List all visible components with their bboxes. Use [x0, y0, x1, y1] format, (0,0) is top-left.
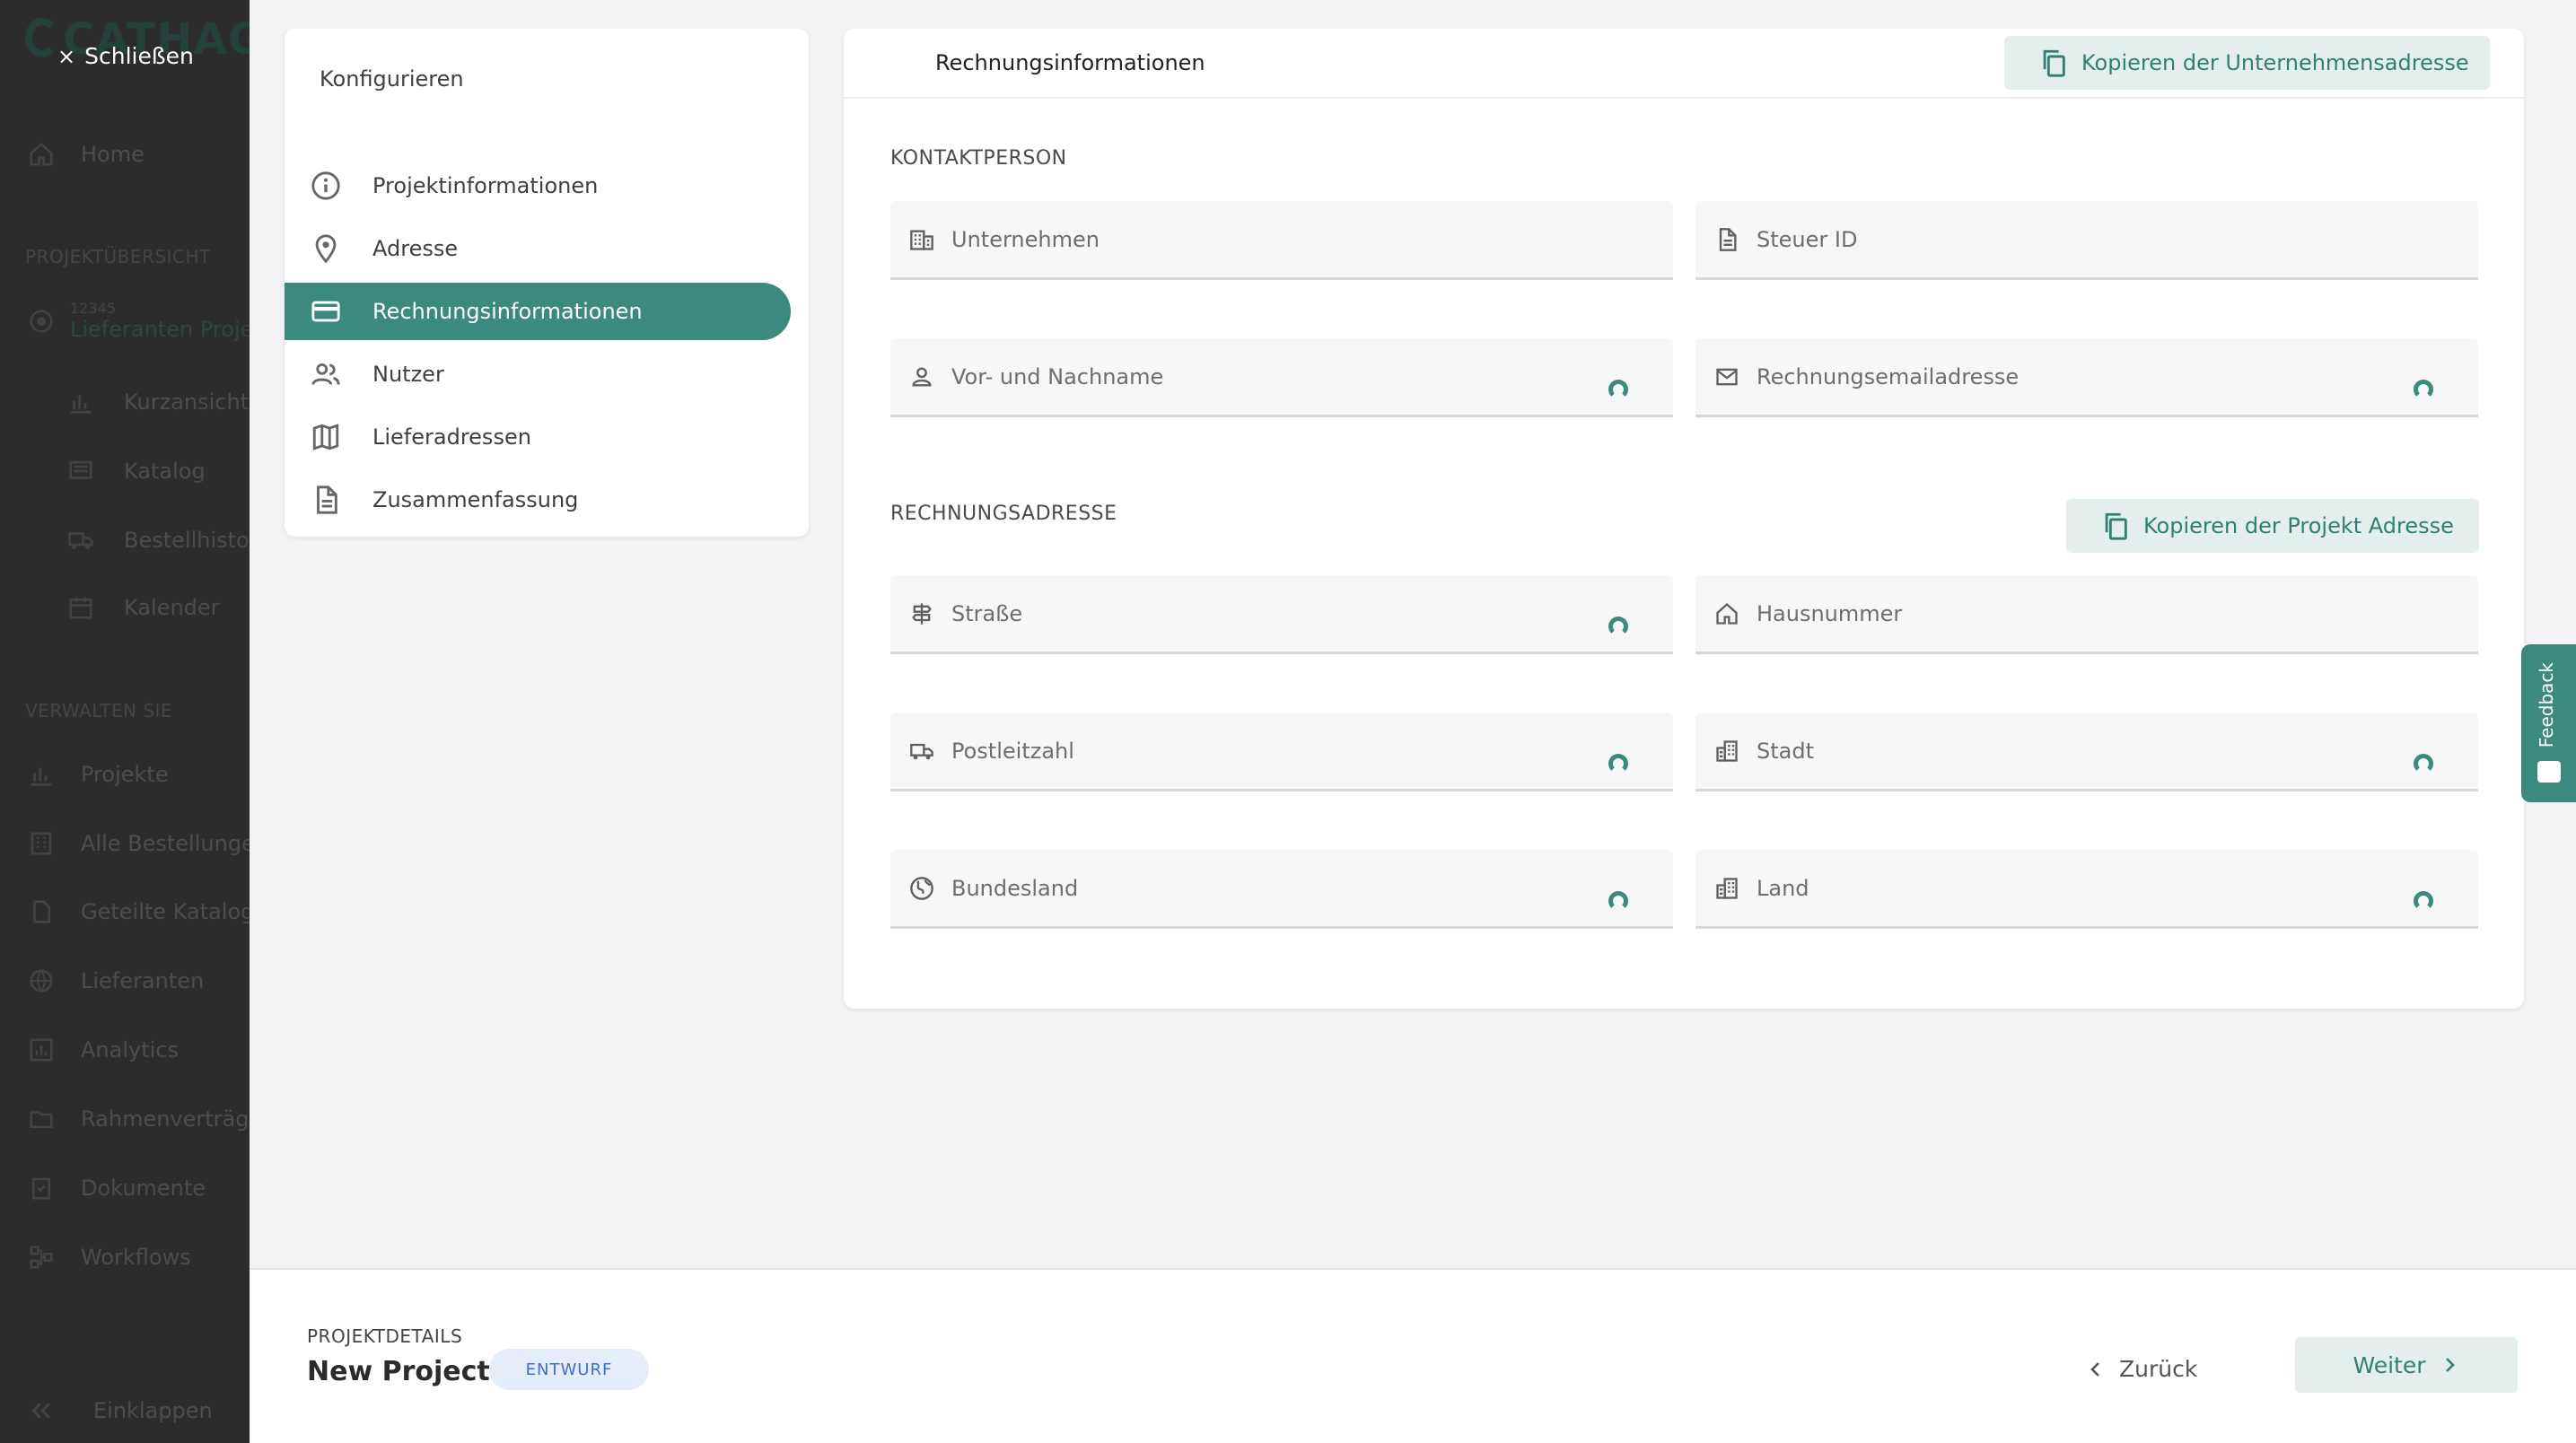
loading-spinner-icon — [2414, 380, 2433, 399]
configure-card: Konfigurieren Projektinformationen Adres… — [285, 29, 809, 537]
config-item-projektinformationen[interactable]: Projektinformationen — [285, 157, 791, 214]
project-title: New Project — [307, 1356, 490, 1387]
sidebar-item-analytics[interactable]: Analytics — [25, 1034, 179, 1066]
collapse-button[interactable]: Einklappen — [25, 1395, 213, 1427]
person-icon — [907, 362, 937, 392]
postal-code-field[interactable]: Postleitzahl — [890, 713, 1673, 791]
logo-mark-icon — [25, 18, 59, 57]
sidebar-item-home[interactable]: Home — [25, 138, 145, 171]
config-item-lieferadressen[interactable]: Lieferadressen — [285, 408, 791, 466]
document-icon — [310, 484, 342, 516]
sidebar-item-lieferanten[interactable]: Lieferanten — [25, 965, 204, 997]
sidebar-item-workflows[interactable]: Workflows — [25, 1241, 191, 1273]
feedback-tab[interactable]: Feedback — [2521, 644, 2576, 802]
globe-icon — [25, 965, 57, 997]
footer-bar: PROJEKTDETAILS New Project ENTWURF Zurüc… — [250, 1268, 2576, 1443]
chevron-right-icon — [2439, 1354, 2460, 1376]
double-chevron-left-icon — [25, 1395, 57, 1427]
state-field[interactable]: Bundesland — [890, 850, 1673, 929]
loading-spinner-icon — [1608, 617, 1628, 636]
close-button-label: Schließen — [84, 43, 194, 69]
projects-icon — [25, 758, 57, 791]
chevron-left-icon — [2085, 1359, 2107, 1380]
city-icon — [1712, 873, 1742, 904]
back-button[interactable]: Zurück — [2085, 1356, 2197, 1382]
building-icon — [907, 224, 937, 255]
config-item-nutzer[interactable]: Nutzer — [285, 345, 791, 403]
document-icon — [1712, 224, 1742, 255]
close-button[interactable]: × Schließen — [57, 43, 194, 69]
map-icon — [310, 421, 342, 453]
copy-project-address-button[interactable]: Kopieren der Projekt Adresse — [2066, 499, 2479, 553]
calendar-icon — [65, 591, 97, 624]
configure-title: Konfigurieren — [320, 66, 464, 92]
country-field[interactable]: Land — [1695, 850, 2478, 929]
config-item-adresse[interactable]: Adresse — [285, 220, 791, 277]
contact-section-label: KONTAKTPERSON — [890, 147, 1067, 170]
catalog-icon — [65, 455, 97, 487]
signpost-icon — [907, 599, 937, 629]
sidebar-project[interactable]: 12345 Lieferanten Proje — [25, 300, 250, 342]
house-number-field[interactable]: Hausnummer — [1695, 575, 2478, 654]
project-name: Lieferanten Proje — [70, 317, 250, 342]
project-radio-icon — [25, 305, 57, 337]
sidebar-section-manage: VERWALTEN SIE — [25, 700, 173, 722]
copy-company-address-button[interactable]: Kopieren der Unternehmensadresse — [2004, 36, 2490, 90]
loading-spinner-icon — [1608, 380, 1628, 399]
truck-icon — [65, 524, 97, 556]
billing-email-field[interactable]: Rechnungsemailadresse — [1695, 338, 2478, 417]
house-icon — [1712, 599, 1742, 629]
sidebar-item-geteilte-kataloge[interactable]: Geteilte Kataloge — [25, 896, 250, 928]
sidebar-item-katalog[interactable]: Katalog — [65, 455, 206, 487]
sidebar-item-kurzansicht[interactable]: Kurzansicht — [65, 386, 249, 418]
sidebar-item-projekte[interactable]: Projekte — [25, 758, 169, 791]
loading-spinner-icon — [1608, 754, 1628, 774]
config-item-rechnungsinformationen[interactable]: Rechnungsinformationen — [285, 283, 791, 340]
billing-form-card: Rechnungsinformationen Kopieren der Unte… — [844, 29, 2524, 1009]
close-icon: × — [57, 43, 76, 69]
full-name-field[interactable]: Vor- und Nachname — [890, 338, 1673, 417]
sidebar-item-dokumente[interactable]: Dokumente — [25, 1172, 206, 1204]
mail-icon — [1712, 362, 1742, 392]
chart-icon — [65, 386, 97, 418]
sidebar-item-bestellungen[interactable]: Alle Bestellunge — [25, 827, 250, 860]
credit-card-icon — [310, 295, 342, 328]
sidebar-item-kalender[interactable]: Kalender — [65, 591, 220, 624]
users-icon — [310, 358, 342, 390]
copy-icon — [2038, 48, 2069, 78]
file-icon — [25, 896, 57, 928]
loading-spinner-icon — [2414, 754, 2433, 774]
next-button[interactable]: Weiter — [2295, 1337, 2518, 1393]
status-badge: ENTWURF — [489, 1349, 649, 1390]
globe-icon — [907, 873, 937, 904]
workflow-icon — [25, 1241, 57, 1273]
sidebar-section-project: PROJEKTÜBERSICHT — [25, 246, 211, 267]
tax-id-field[interactable]: Steuer ID — [1695, 201, 2478, 280]
loading-spinner-icon — [2414, 891, 2433, 911]
clipboard-icon — [25, 1172, 57, 1204]
city-field[interactable]: Stadt — [1695, 713, 2478, 791]
sidebar: CATHAG × Schließen Home PROJEKTÜBERSICHT… — [0, 0, 250, 1443]
loading-spinner-icon — [1608, 891, 1628, 911]
building-icon — [25, 827, 57, 860]
project-id: 12345 — [70, 300, 116, 317]
sidebar-item-rahmenvertraege[interactable]: Rahmenverträge — [25, 1103, 250, 1135]
location-pin-icon — [310, 232, 342, 265]
info-icon — [310, 170, 342, 202]
feedback-chat-icon — [2537, 761, 2561, 783]
street-field[interactable]: Straße — [890, 575, 1673, 654]
folder-icon — [25, 1103, 57, 1135]
copy-icon — [2100, 511, 2131, 541]
form-header-title: Rechnungsinformationen — [935, 50, 1205, 75]
company-field[interactable]: Unternehmen — [890, 201, 1673, 280]
truck-icon — [907, 736, 937, 766]
city-icon — [1712, 736, 1742, 766]
project-details-label: PROJEKTDETAILS — [307, 1325, 463, 1347]
sidebar-item-bestellhistorie[interactable]: Bestellhistor — [65, 524, 250, 556]
home-icon — [25, 138, 57, 171]
analytics-icon — [25, 1034, 57, 1066]
form-header: Rechnungsinformationen Kopieren der Unte… — [844, 29, 2524, 99]
billing-address-section-label: RECHNUNGSADRESSE — [890, 503, 1117, 525]
config-item-zusammenfassung[interactable]: Zusammenfassung — [285, 471, 791, 529]
